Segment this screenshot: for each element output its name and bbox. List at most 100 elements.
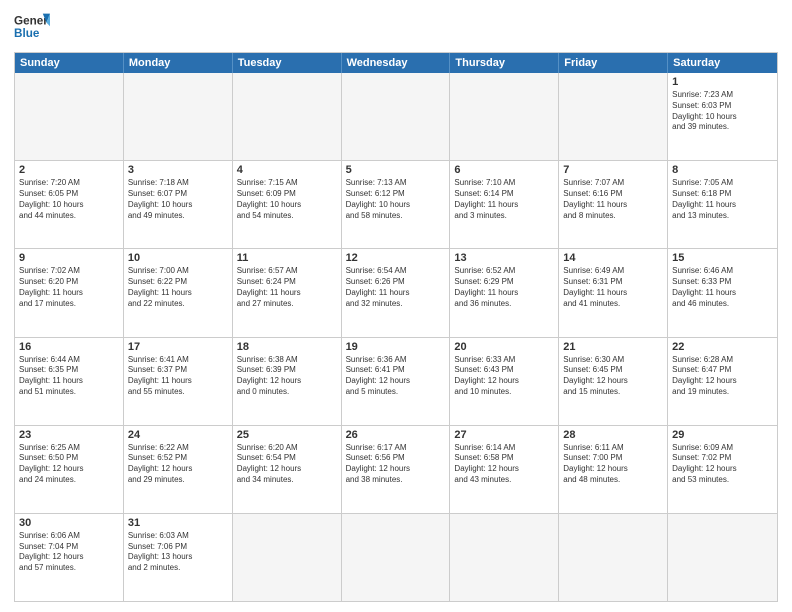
weekday-header: Tuesday <box>233 53 342 73</box>
calendar-row: 30Sunrise: 6:06 AM Sunset: 7:04 PM Dayli… <box>15 514 777 601</box>
calendar-row: 1Sunrise: 7:23 AM Sunset: 6:03 PM Daylig… <box>15 73 777 161</box>
day-number: 5 <box>346 164 446 176</box>
day-number: 6 <box>454 164 554 176</box>
calendar-cell: 15 Sunrise: 6:46 AM Sunset: 6:33 PM Dayli… <box>668 249 777 336</box>
day-number: 29 <box>672 429 773 441</box>
day-info: Sunrise: 6:22 AM Sunset: 6:52 PM Dayligh… <box>128 443 228 486</box>
day-number: 31 <box>128 517 228 529</box>
day-info: Sunrise: 6:36 AM Sunset: 6:41 PM Dayligh… <box>346 355 446 398</box>
calendar-row: 2 Sunrise: 7:20 AM Sunset: 6:05 PM Daylig… <box>15 161 777 249</box>
calendar-header: SundayMondayTuesdayWednesdayThursdayFrid… <box>15 53 777 73</box>
day-info: Sunrise: 6:54 AM Sunset: 6:26 PM Dayligh… <box>346 266 446 309</box>
day-info: Sunrise: 6:09 AM Sunset: 7:02 PM Dayligh… <box>672 443 773 486</box>
day-info: Sunrise: 7:05 AM Sunset: 6:18 PM Dayligh… <box>672 178 773 221</box>
calendar-cell: 20 Sunrise: 6:33 AM Sunset: 6:43 PM Dayli… <box>450 338 559 425</box>
day-info: Sunrise: 6:20 AM Sunset: 6:54 PM Dayligh… <box>237 443 337 486</box>
day-info: Sunrise: 7:13 AM Sunset: 6:12 PM Dayligh… <box>346 178 446 221</box>
calendar-cell <box>15 73 124 160</box>
calendar-cell: 23 Sunrise: 6:25 AM Sunset: 6:50 PM Dayli… <box>15 426 124 513</box>
day-number: 26 <box>346 429 446 441</box>
weekday-header: Monday <box>124 53 233 73</box>
day-number: 2 <box>19 164 119 176</box>
weekday-header: Thursday <box>450 53 559 73</box>
calendar: SundayMondayTuesdayWednesdayThursdayFrid… <box>14 52 778 602</box>
calendar-cell <box>559 514 668 601</box>
day-info: Sunrise: 6:25 AM Sunset: 6:50 PM Dayligh… <box>19 443 119 486</box>
day-info: Sunrise: 6:06 AM Sunset: 7:04 PM Dayligh… <box>19 531 119 574</box>
svg-text:Blue: Blue <box>14 27 40 40</box>
logo: General Blue <box>14 10 50 46</box>
calendar-cell: 18Sunrise: 6:38 AM Sunset: 6:39 PM Dayli… <box>233 338 342 425</box>
calendar-cell: 24 Sunrise: 6:22 AM Sunset: 6:52 PM Dayli… <box>124 426 233 513</box>
calendar-cell: 11Sunrise: 6:57 AM Sunset: 6:24 PM Dayli… <box>233 249 342 336</box>
calendar-cell: 17 Sunrise: 6:41 AM Sunset: 6:37 PM Dayli… <box>124 338 233 425</box>
day-info: Sunrise: 7:02 AM Sunset: 6:20 PM Dayligh… <box>19 266 119 309</box>
day-number: 21 <box>563 341 663 353</box>
calendar-cell: 30Sunrise: 6:06 AM Sunset: 7:04 PM Dayli… <box>15 514 124 601</box>
day-info: Sunrise: 7:20 AM Sunset: 6:05 PM Dayligh… <box>19 178 119 221</box>
day-info: Sunrise: 6:33 AM Sunset: 6:43 PM Dayligh… <box>454 355 554 398</box>
day-number: 24 <box>128 429 228 441</box>
calendar-row: 23 Sunrise: 6:25 AM Sunset: 6:50 PM Dayli… <box>15 426 777 514</box>
day-number: 27 <box>454 429 554 441</box>
day-number: 23 <box>19 429 119 441</box>
day-number: 4 <box>237 164 337 176</box>
day-info: Sunrise: 6:41 AM Sunset: 6:37 PM Dayligh… <box>128 355 228 398</box>
calendar-body: 1Sunrise: 7:23 AM Sunset: 6:03 PM Daylig… <box>15 73 777 601</box>
calendar-cell: 1Sunrise: 7:23 AM Sunset: 6:03 PM Daylig… <box>668 73 777 160</box>
calendar-cell: 8Sunrise: 7:05 AM Sunset: 6:18 PM Daylig… <box>668 161 777 248</box>
header: General Blue <box>14 10 778 46</box>
day-number: 17 <box>128 341 228 353</box>
calendar-cell: 13Sunrise: 6:52 AM Sunset: 6:29 PM Dayli… <box>450 249 559 336</box>
day-number: 25 <box>237 429 337 441</box>
calendar-cell: 5 Sunrise: 7:13 AM Sunset: 6:12 PM Daylig… <box>342 161 451 248</box>
day-number: 9 <box>19 252 119 264</box>
day-info: Sunrise: 6:11 AM Sunset: 7:00 PM Dayligh… <box>563 443 663 486</box>
day-info: Sunrise: 6:28 AM Sunset: 6:47 PM Dayligh… <box>672 355 773 398</box>
calendar-cell: 3Sunrise: 7:18 AM Sunset: 6:07 PM Daylig… <box>124 161 233 248</box>
calendar-cell: 10 Sunrise: 7:00 AM Sunset: 6:22 PM Dayli… <box>124 249 233 336</box>
day-info: Sunrise: 6:17 AM Sunset: 6:56 PM Dayligh… <box>346 443 446 486</box>
day-number: 28 <box>563 429 663 441</box>
day-number: 15 <box>672 252 773 264</box>
calendar-cell: 9 Sunrise: 7:02 AM Sunset: 6:20 PM Daylig… <box>15 249 124 336</box>
calendar-cell <box>450 73 559 160</box>
day-info: Sunrise: 6:46 AM Sunset: 6:33 PM Dayligh… <box>672 266 773 309</box>
logo-icon: General Blue <box>14 10 50 46</box>
calendar-cell <box>450 514 559 601</box>
day-info: Sunrise: 6:49 AM Sunset: 6:31 PM Dayligh… <box>563 266 663 309</box>
calendar-cell: 26 Sunrise: 6:17 AM Sunset: 6:56 PM Dayli… <box>342 426 451 513</box>
calendar-cell: 16 Sunrise: 6:44 AM Sunset: 6:35 PM Dayli… <box>15 338 124 425</box>
calendar-cell: 25 Sunrise: 6:20 AM Sunset: 6:54 PM Dayli… <box>233 426 342 513</box>
calendar-cell: 19 Sunrise: 6:36 AM Sunset: 6:41 PM Dayli… <box>342 338 451 425</box>
calendar-cell <box>342 514 451 601</box>
day-number: 16 <box>19 341 119 353</box>
calendar-row: 9 Sunrise: 7:02 AM Sunset: 6:20 PM Daylig… <box>15 249 777 337</box>
weekday-header: Wednesday <box>342 53 451 73</box>
weekday-header: Sunday <box>15 53 124 73</box>
day-info: Sunrise: 7:15 AM Sunset: 6:09 PM Dayligh… <box>237 178 337 221</box>
page: General Blue SundayMondayTuesdayWednesda… <box>0 0 792 612</box>
day-number: 13 <box>454 252 554 264</box>
day-number: 1 <box>672 76 773 88</box>
calendar-cell <box>124 73 233 160</box>
weekday-header: Saturday <box>668 53 777 73</box>
calendar-row: 16 Sunrise: 6:44 AM Sunset: 6:35 PM Dayli… <box>15 338 777 426</box>
day-info: Sunrise: 7:07 AM Sunset: 6:16 PM Dayligh… <box>563 178 663 221</box>
day-number: 20 <box>454 341 554 353</box>
day-info: Sunrise: 6:44 AM Sunset: 6:35 PM Dayligh… <box>19 355 119 398</box>
day-info: Sunrise: 6:30 AM Sunset: 6:45 PM Dayligh… <box>563 355 663 398</box>
calendar-cell: 4 Sunrise: 7:15 AM Sunset: 6:09 PM Daylig… <box>233 161 342 248</box>
day-number: 19 <box>346 341 446 353</box>
day-number: 10 <box>128 252 228 264</box>
day-number: 12 <box>346 252 446 264</box>
calendar-cell <box>559 73 668 160</box>
calendar-cell: 2 Sunrise: 7:20 AM Sunset: 6:05 PM Daylig… <box>15 161 124 248</box>
day-info: Sunrise: 6:03 AM Sunset: 7:06 PM Dayligh… <box>128 531 228 574</box>
day-info: Sunrise: 7:00 AM Sunset: 6:22 PM Dayligh… <box>128 266 228 309</box>
calendar-cell: 7Sunrise: 7:07 AM Sunset: 6:16 PM Daylig… <box>559 161 668 248</box>
calendar-cell: 31 Sunrise: 6:03 AM Sunset: 7:06 PM Dayli… <box>124 514 233 601</box>
calendar-cell: 12 Sunrise: 6:54 AM Sunset: 6:26 PM Dayli… <box>342 249 451 336</box>
calendar-cell: 29 Sunrise: 6:09 AM Sunset: 7:02 PM Dayli… <box>668 426 777 513</box>
day-info: Sunrise: 6:57 AM Sunset: 6:24 PM Dayligh… <box>237 266 337 309</box>
